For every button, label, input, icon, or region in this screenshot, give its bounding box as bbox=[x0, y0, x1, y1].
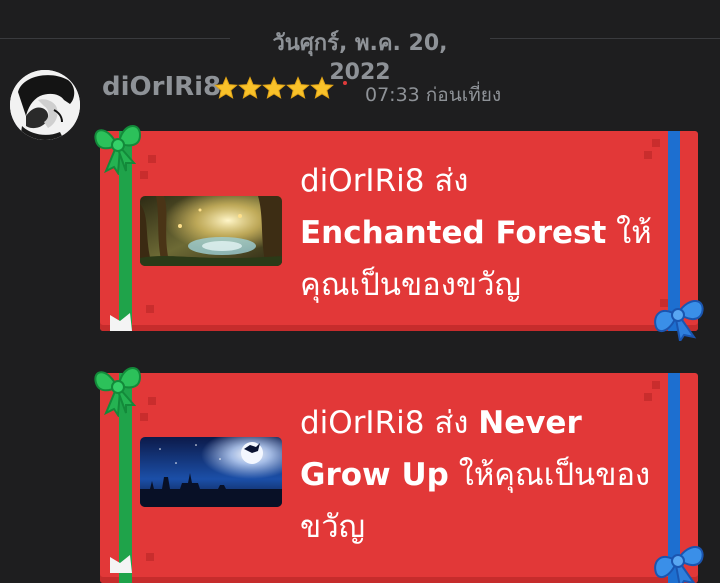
pixel-decoration bbox=[148, 155, 156, 163]
chat-view: วันศุกร์, พ.ค. 20, 2022 diOrIRi8 07:33 ก… bbox=[0, 0, 720, 583]
star-icon bbox=[238, 76, 262, 99]
star-rating bbox=[214, 74, 334, 104]
gift-card[interactable]: diOrIRi8 ส่ง Never Grow Up ให้คุณเป็นของ… bbox=[94, 367, 704, 583]
pixel-decoration bbox=[652, 139, 660, 147]
blue-bow-icon bbox=[654, 546, 704, 583]
gift-card[interactable]: diOrIRi8 ส่ง Enchanted Forest ให้คุณเป็น… bbox=[94, 125, 704, 341]
pixel-decoration bbox=[652, 381, 660, 389]
game-thumbnail[interactable] bbox=[140, 437, 282, 507]
blue-bow-icon bbox=[654, 300, 704, 341]
enchanted-forest-image bbox=[140, 196, 282, 266]
gift-sender[interactable]: diOrIRi8 bbox=[300, 163, 424, 199]
divider-line-right bbox=[490, 38, 720, 39]
game-thumbnail[interactable] bbox=[140, 196, 282, 266]
date-divider: วันศุกร์, พ.ค. 20, 2022 bbox=[0, 22, 720, 85]
pixel-decoration bbox=[148, 397, 156, 405]
divider-line-left bbox=[0, 38, 230, 39]
gift-verb: ส่ง bbox=[434, 163, 469, 199]
avatar-image bbox=[10, 70, 80, 140]
timestamp: 07:33 ก่อนเที่ยง bbox=[365, 84, 502, 106]
gift-message: diOrIRi8 ส่ง Never Grow Up ให้คุณเป็นของ… bbox=[300, 397, 670, 553]
green-bow-icon bbox=[94, 125, 142, 175]
star-icon bbox=[262, 76, 286, 99]
gift-sender[interactable]: diOrIRi8 bbox=[300, 405, 424, 441]
pixel-decoration bbox=[146, 553, 154, 561]
star-icon bbox=[286, 76, 310, 99]
username[interactable]: diOrIRi8 bbox=[102, 72, 221, 102]
pixel-decoration bbox=[146, 305, 154, 313]
ribbon-tag-icon bbox=[110, 555, 132, 573]
star-icon bbox=[310, 76, 334, 99]
star-icon bbox=[214, 76, 238, 99]
separator-dot bbox=[343, 81, 347, 85]
ribbon-tag-icon bbox=[110, 313, 132, 331]
gift-verb: ส่ง bbox=[434, 405, 469, 441]
gift-message: diOrIRi8 ส่ง Enchanted Forest ให้คุณเป็น… bbox=[300, 155, 670, 311]
green-bow-icon bbox=[94, 367, 142, 417]
never-grow-up-image bbox=[140, 437, 282, 507]
avatar[interactable] bbox=[10, 70, 80, 140]
gift-item-name[interactable]: Enchanted Forest bbox=[300, 215, 606, 251]
